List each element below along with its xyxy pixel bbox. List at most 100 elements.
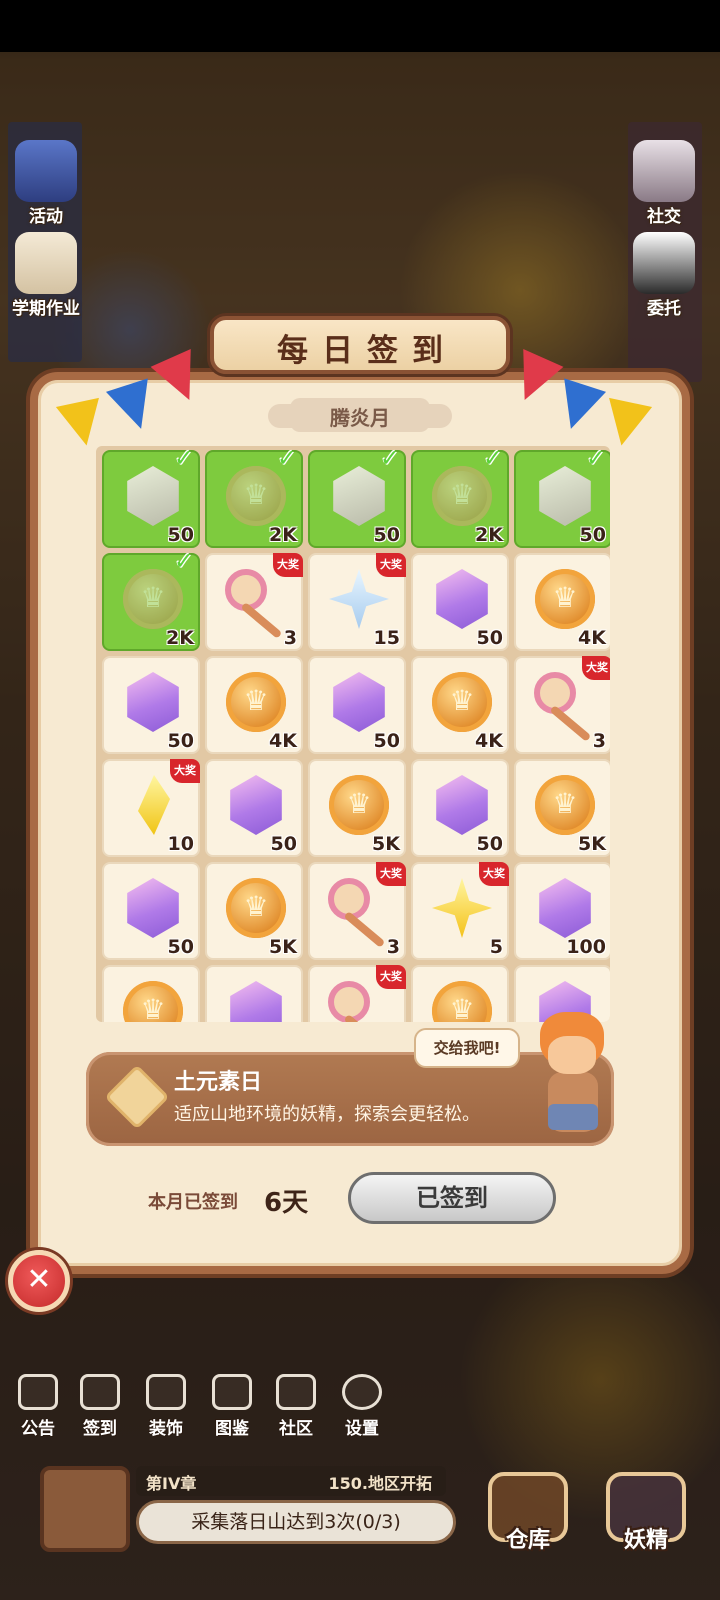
character-face <box>548 1036 596 1074</box>
decoration-icon <box>146 1374 186 1410</box>
grand-prize-badge: 大奖 <box>376 553 406 577</box>
fairy-button[interactable]: 妖精 <box>596 1472 696 1582</box>
reward-cell[interactable]: 2K ✓ <box>411 446 509 548</box>
coin-icon <box>432 672 492 732</box>
panel-title: 每日签到 <box>277 333 457 369</box>
reward-grid-container[interactable]: 50✓2K✓50✓2K✓50✓2K✓3大奖15大奖504K504K504K3大奖… <box>96 446 610 1022</box>
coin-icon <box>535 569 595 629</box>
reward-count: 4K <box>475 730 503 752</box>
reward-cell[interactable]: 50 <box>102 656 200 754</box>
reward-cell[interactable]: 50 <box>308 656 406 754</box>
reward-cell[interactable]: 50 <box>411 759 509 857</box>
reward-cell[interactable]: 2K ✓ <box>102 547 200 651</box>
checkmark-icon: ✓ <box>173 547 194 575</box>
community-home-icon <box>276 1374 316 1410</box>
close-button[interactable]: ✕ <box>8 1250 70 1312</box>
coin-icon <box>226 466 286 526</box>
quest-tracker[interactable]: 第IV章 150.地区开拓 采集落日山达到3次(0/3) <box>40 1466 460 1566</box>
toolbar-label: 设置 <box>345 1419 379 1439</box>
toolbar-signin[interactable]: 签到 <box>70 1372 130 1442</box>
side-button-social[interactable]: 社交 <box>624 140 704 232</box>
calendar-event-icon <box>15 140 77 202</box>
reward-cell[interactable]: 10 大奖 <box>102 759 200 857</box>
reward-cell[interactable]: 大奖 <box>308 965 406 1022</box>
signed-in-button[interactable]: 已签到 <box>348 1172 556 1224</box>
reward-cell[interactable]: 3 大奖 <box>514 656 610 754</box>
reward-cell[interactable]: 5 大奖 <box>411 862 509 960</box>
reward-count: 5 <box>489 936 503 958</box>
reward-cell[interactable]: 4K <box>411 656 509 754</box>
month-banner: 腾炎月 <box>268 398 452 432</box>
reward-count: 15 <box>373 627 400 649</box>
reward-count: 4K <box>269 730 297 752</box>
toolbar-settings[interactable]: 设置 <box>332 1372 392 1442</box>
grand-prize-badge: 大奖 <box>170 759 200 783</box>
character-pants <box>548 1104 598 1130</box>
reward-cell[interactable]: 5K <box>205 862 303 960</box>
reward-cell[interactable]: 4K <box>514 553 610 651</box>
toolbar-label: 公告 <box>21 1419 55 1439</box>
gem-icon <box>230 775 282 835</box>
gem-icon <box>333 466 385 526</box>
gem-icon <box>539 466 591 526</box>
side-button-activity[interactable]: 活动 <box>6 140 86 232</box>
reward-cell[interactable]: 5K <box>514 759 610 857</box>
reward-cell[interactable]: 4K <box>205 656 303 754</box>
reward-cell[interactable]: 50 ✓ <box>102 446 200 548</box>
bunting-flag <box>55 397 109 451</box>
reward-count: 50 <box>373 730 400 752</box>
checkmark-icon: ✓ <box>585 446 606 472</box>
reward-count: 4K <box>578 627 606 649</box>
grand-prize-badge: 大奖 <box>582 656 610 680</box>
toolbar-codex[interactable]: 图鉴 <box>202 1372 262 1442</box>
quest-task[interactable]: 采集落日山达到3次(0/3) <box>136 1500 456 1544</box>
reward-count: 50 <box>270 833 297 855</box>
reward-cell[interactable]: 5K <box>308 759 406 857</box>
toolbar-announcement[interactable]: 公告 <box>8 1372 68 1442</box>
grand-prize-badge: 大奖 <box>479 862 509 886</box>
reward-count: 10 <box>167 833 194 855</box>
close-icon: ✕ <box>26 1262 52 1297</box>
reward-count: 50 <box>476 833 503 855</box>
gem-icon <box>230 981 282 1022</box>
reward-cell[interactable]: 50 <box>205 759 303 857</box>
reward-cell[interactable]: 100 <box>514 862 610 960</box>
panel-title-plate: 每日签到 <box>210 316 510 374</box>
toolbar-community[interactable]: 社区 <box>266 1372 326 1442</box>
reward-cell[interactable]: 2K ✓ <box>205 446 303 548</box>
warehouse-button[interactable]: 仓库 <box>478 1472 578 1582</box>
reward-cell[interactable]: 50 ✓ <box>514 446 610 548</box>
gem-icon <box>539 878 591 938</box>
gem-icon <box>127 672 179 732</box>
reward-cell[interactable]: 50 <box>102 862 200 960</box>
side-button-commission[interactable]: 委托 <box>624 232 704 324</box>
reward-cell[interactable]: 15 大奖 <box>308 553 406 651</box>
reward-cell[interactable] <box>205 965 303 1022</box>
side-button-homework[interactable]: 学期作业 <box>6 232 86 324</box>
reward-cell[interactable] <box>102 965 200 1022</box>
bunting-flag <box>599 397 653 451</box>
reward-cell[interactable] <box>411 965 509 1022</box>
reward-grid[interactable]: 50✓2K✓50✓2K✓50✓2K✓3大奖15大奖504K504K504K3大奖… <box>100 446 610 1022</box>
toolbar-label: 装饰 <box>149 1419 183 1439</box>
reward-count: 5K <box>269 936 297 958</box>
reward-count: 3 <box>592 730 606 752</box>
gem-icon <box>127 878 179 938</box>
quest-chapter: 第IV章 <box>146 1474 197 1493</box>
coin-icon <box>329 775 389 835</box>
gear-icon <box>342 1374 382 1410</box>
reward-count: 5K <box>372 833 400 855</box>
reward-cell[interactable]: 3 大奖 <box>205 553 303 651</box>
reward-count: 3 <box>283 627 297 649</box>
grand-prize-badge: 大奖 <box>273 553 303 577</box>
reward-count: 50 <box>167 524 194 546</box>
reward-cell[interactable]: 50 ✓ <box>308 446 406 548</box>
reward-cell[interactable]: 3 大奖 <box>308 862 406 960</box>
gem-icon <box>436 569 488 629</box>
side-button-label: 学期作业 <box>12 299 80 319</box>
reward-cell[interactable]: 50 <box>411 553 509 651</box>
quest-chapter-bar: 第IV章 150.地区开拓 <box>136 1466 446 1496</box>
toolbar-label: 签到 <box>83 1419 117 1439</box>
fairy-character <box>530 1012 620 1138</box>
toolbar-decoration[interactable]: 装饰 <box>136 1372 196 1442</box>
